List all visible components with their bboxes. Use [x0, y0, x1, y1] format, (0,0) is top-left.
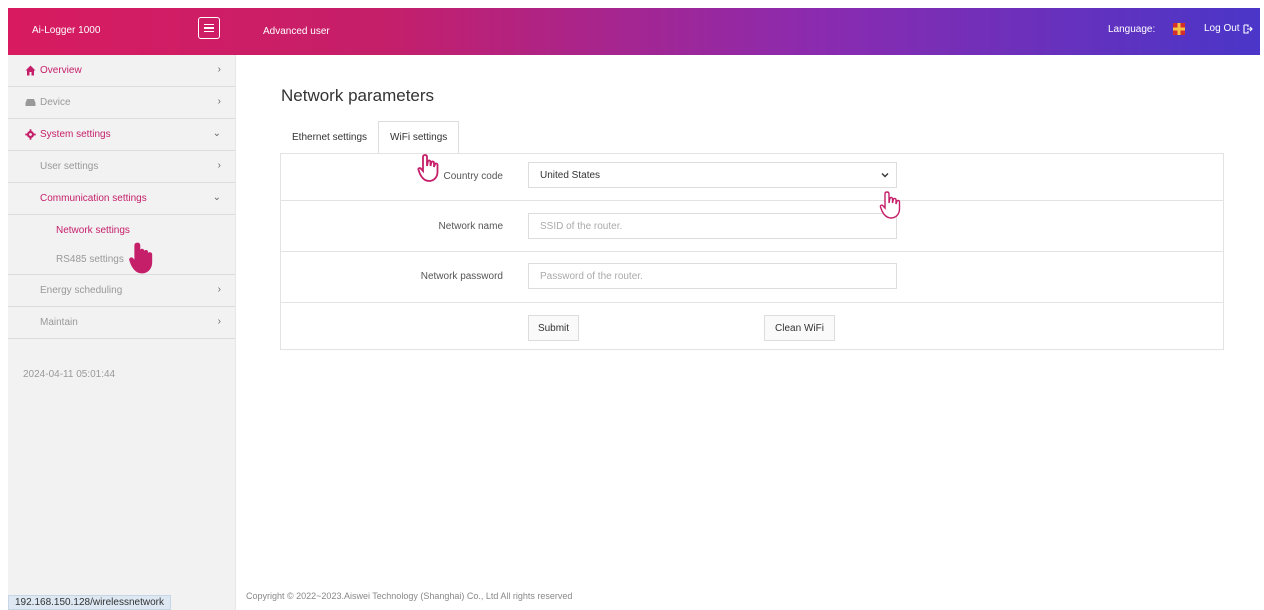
- sidebar-item-label: User settings: [40, 161, 99, 172]
- form-row-network-password: Network password Password of the router.: [281, 252, 1223, 303]
- sidebar: Overview › Device › System settings ⌄ Us…: [8, 55, 236, 610]
- sidebar-item-label: System settings: [40, 129, 111, 140]
- sidebar-item-label: RS485 settings: [56, 254, 124, 265]
- chevron-right-icon: ›: [217, 284, 221, 295]
- sidebar-item-label: Energy scheduling: [40, 285, 123, 296]
- logout-icon: [1243, 23, 1253, 34]
- sidebar-item-communication-settings[interactable]: Communication settings ⌄: [8, 183, 235, 215]
- sidebar-item-label: Overview: [40, 65, 82, 76]
- chevron-down-icon: [881, 173, 889, 178]
- gear-icon: [25, 129, 36, 140]
- network-password-placeholder: Password of the router.: [540, 270, 643, 282]
- network-name-placeholder: SSID of the router.: [540, 220, 623, 232]
- chevron-right-icon: ›: [217, 160, 221, 171]
- chevron-right-icon: ›: [217, 64, 221, 75]
- sidebar-item-system-settings[interactable]: System settings ⌄: [8, 119, 235, 151]
- sidebar-item-device[interactable]: Device ›: [8, 87, 235, 119]
- sidebar-item-label: Device: [40, 97, 71, 108]
- pointer-hand-icon: [129, 242, 153, 274]
- home-icon: [25, 65, 36, 76]
- sidebar-item-overview[interactable]: Overview ›: [8, 55, 235, 87]
- device-icon: [25, 99, 36, 106]
- country-code-select[interactable]: United States: [528, 162, 897, 188]
- sidebar-item-label: Network settings: [56, 224, 130, 236]
- top-header: Ai-Logger 1000 Advanced user Language: L…: [8, 8, 1260, 55]
- pointer-hand-icon: [879, 191, 901, 219]
- logout-label: Log Out: [1204, 23, 1240, 34]
- language-flag-icon[interactable]: [1173, 23, 1185, 35]
- browser-status-url: 192.168.150.128/wirelessnetwork: [8, 595, 171, 610]
- clean-wifi-button[interactable]: Clean WiFi: [764, 315, 835, 341]
- chevron-right-icon: ›: [217, 316, 221, 327]
- timestamp: 2024-04-11 05:01:44: [23, 369, 116, 380]
- tab-ethernet-settings[interactable]: Ethernet settings: [281, 121, 378, 154]
- chevron-down-icon: ⌄: [212, 192, 221, 203]
- settings-tabs: Ethernet settings WiFi settings: [281, 121, 460, 154]
- network-name-label: Network name: [438, 221, 503, 232]
- country-code-value: United States: [540, 169, 601, 181]
- form-row-actions: Submit Clean WiFi: [281, 303, 1223, 349]
- sidebar-item-label: Maintain: [40, 317, 78, 328]
- form-row-network-name: Network name SSID of the router.: [281, 201, 1223, 252]
- network-password-input[interactable]: Password of the router.: [528, 263, 897, 289]
- sidebar-item-network-settings[interactable]: Network settings: [8, 215, 235, 245]
- pointer-hand-icon: [417, 154, 439, 182]
- tab-wifi-settings[interactable]: WiFi settings: [378, 121, 460, 154]
- logout-button[interactable]: Log Out: [1204, 23, 1253, 34]
- sidebar-item-energy-scheduling[interactable]: Energy scheduling ›: [8, 275, 235, 307]
- sidebar-item-user-settings[interactable]: User settings ›: [8, 151, 235, 183]
- copyright: Copyright © 2022~2023.Aiswei Technology …: [246, 591, 573, 601]
- sidebar-item-maintain[interactable]: Maintain ›: [8, 307, 235, 339]
- network-password-label: Network password: [420, 271, 503, 282]
- language-label: Language:: [1108, 24, 1156, 35]
- sidebar-item-label: Communication settings: [40, 193, 147, 204]
- hamburger-menu-icon[interactable]: [198, 17, 220, 39]
- chevron-down-icon: ⌄: [212, 128, 221, 139]
- network-name-input[interactable]: SSID of the router.: [528, 213, 897, 239]
- submit-button[interactable]: Submit: [528, 315, 579, 341]
- page-title: Network parameters: [281, 86, 435, 105]
- country-code-label: Country code: [443, 171, 503, 182]
- chevron-right-icon: ›: [217, 96, 221, 107]
- brand-title: Ai-Logger 1000: [32, 25, 101, 36]
- sidebar-item-rs485-settings[interactable]: RS485 settings: [8, 245, 235, 275]
- user-role: Advanced user: [263, 26, 330, 37]
